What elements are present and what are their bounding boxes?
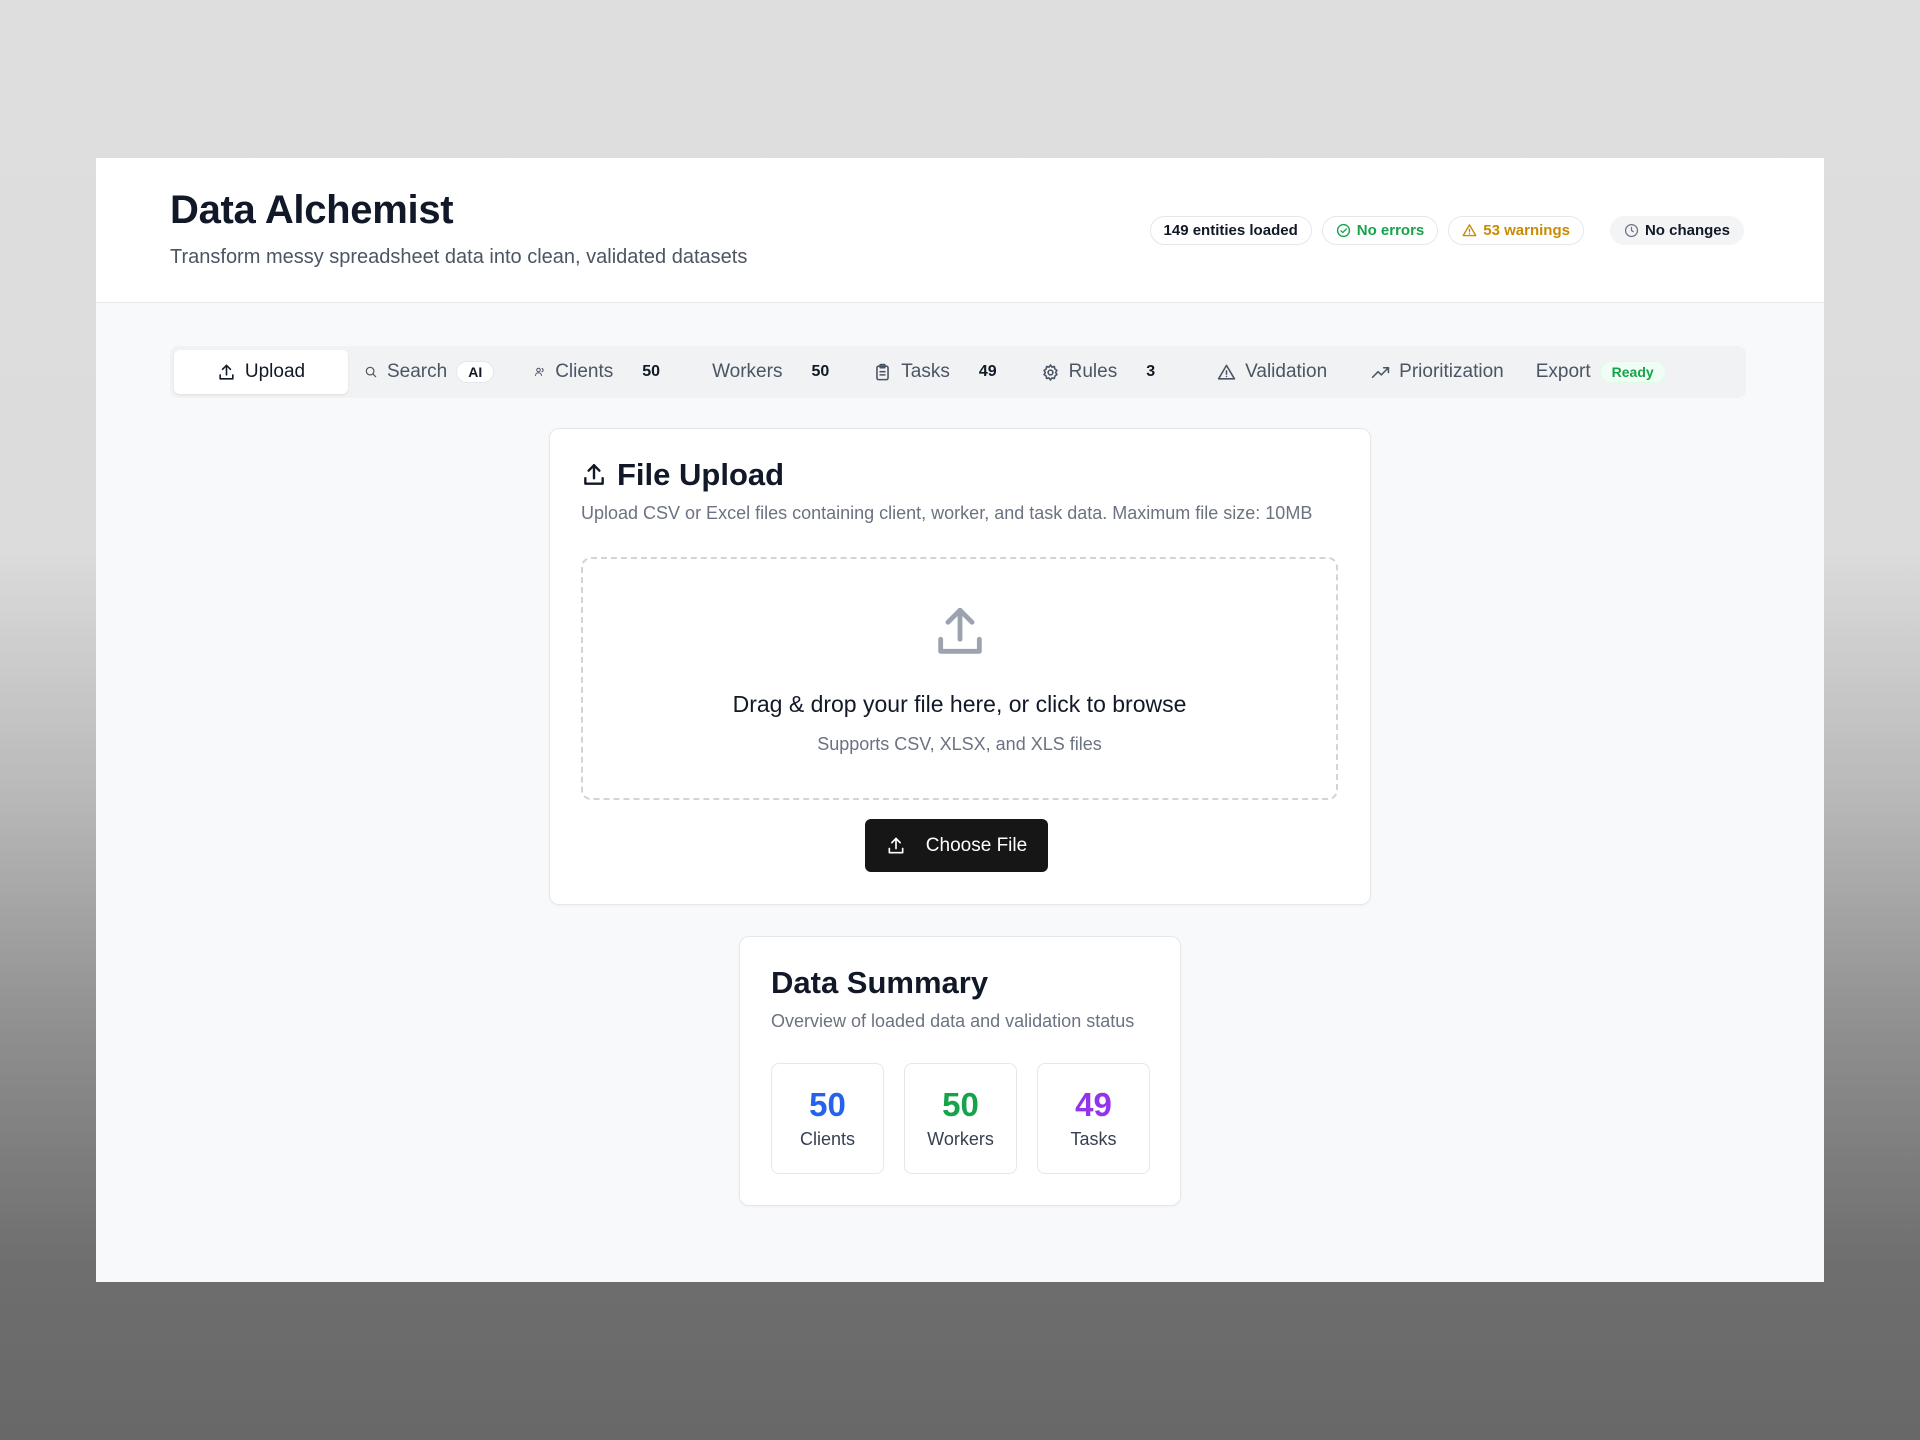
entities-badge-label: 149 entities loaded [1163, 222, 1298, 239]
stat-label: Clients [799, 1129, 856, 1150]
stat-label: Workers [927, 1129, 994, 1150]
data-summary-card: Data Summary Overview of loaded data and… [739, 936, 1181, 1206]
tab-label: Validation [1245, 361, 1328, 382]
choose-file-button[interactable]: Choose File [865, 819, 1048, 872]
tab-count: 3 [1146, 363, 1156, 380]
app-window: Data Alchemist Transform messy spreadshe… [96, 158, 1824, 1282]
app-header: Data Alchemist Transform messy spreadshe… [96, 158, 1824, 303]
tab-label: Upload [244, 361, 306, 382]
choose-file-label: Choose File [925, 834, 1028, 856]
stat-tasks: 49 Tasks [1037, 1063, 1150, 1174]
tab-workers[interactable]: Workers 50 [696, 350, 845, 394]
stat-clients: 50 Clients [771, 1063, 884, 1174]
file-upload-description: Upload CSV or Excel files containing cli… [581, 503, 1313, 523]
search-icon [365, 366, 377, 378]
data-summary-title: Data Summary [771, 965, 989, 1000]
stat-value: 50 [809, 1085, 846, 1123]
ai-pill: AI [456, 361, 495, 383]
summary-stats: 50 Clients 50 Workers 49 Tasks [771, 1063, 1150, 1174]
tab-label: Workers [712, 361, 783, 382]
tab-tasks[interactable]: Tasks 49 [857, 350, 1012, 394]
tab-label: Search [387, 361, 448, 382]
tab-count: 50 [642, 363, 661, 380]
trending-up-icon [1371, 366, 1390, 378]
app-subtitle: Transform messy spreadsheet data into cl… [170, 246, 748, 268]
users-icon [535, 367, 544, 376]
ready-pill: Ready [1599, 361, 1666, 383]
warning-icon [1462, 224, 1477, 237]
main-tabs: Upload Search AI Clients 50 Workers 50 T… [170, 346, 1746, 398]
tab-label: Export [1535, 361, 1591, 382]
tab-export[interactable]: Export Ready [1520, 350, 1682, 394]
tab-prioritization[interactable]: Prioritization [1355, 350, 1520, 394]
upload-icon [888, 837, 904, 853]
stat-workers: 50 Workers [904, 1063, 1017, 1174]
tab-upload[interactable]: Upload [174, 350, 348, 394]
warning-icon [1217, 364, 1236, 380]
app-title: Data Alchemist [170, 188, 454, 232]
dropzone-title: Drag & drop your file here, or click to … [732, 691, 1187, 717]
dropzone-subtitle: Supports CSV, XLSX, and XLS files [817, 734, 1102, 754]
entities-badge: 149 entities loaded [1149, 216, 1312, 245]
changes-badge-label: No changes [1644, 222, 1730, 239]
file-upload-card: File Upload Upload CSV or Excel files co… [549, 428, 1371, 905]
tab-search[interactable]: Search AI [348, 350, 510, 394]
gear-icon [1042, 363, 1058, 381]
upload-icon [584, 464, 604, 485]
warnings-badge: 53 warnings [1448, 216, 1584, 245]
stat-value: 50 [942, 1085, 979, 1123]
warnings-badge-label: 53 warnings [1483, 222, 1570, 239]
tab-validation[interactable]: Validation [1201, 350, 1343, 394]
upload-icon [219, 364, 234, 380]
tab-label: Tasks [901, 361, 950, 382]
file-upload-title: File Upload [581, 457, 784, 493]
check-circle-icon [1336, 223, 1350, 238]
stat-label: Tasks [1070, 1129, 1117, 1150]
tab-clients[interactable]: Clients 50 [518, 350, 676, 394]
changes-badge: No changes [1609, 216, 1744, 245]
tab-count: 49 [978, 363, 997, 380]
stat-value: 49 [1075, 1085, 1112, 1123]
tab-count: 50 [811, 363, 830, 380]
status-badges: 149 entities loaded No errors 53 warning… [1149, 216, 1744, 245]
tab-label: Prioritization [1399, 361, 1504, 382]
data-summary-description: Overview of loaded data and validation s… [771, 1011, 1135, 1031]
tab-label: Rules [1068, 361, 1118, 382]
errors-badge: No errors [1321, 216, 1439, 245]
clipboard-icon [876, 363, 890, 380]
upload-icon [938, 607, 982, 654]
file-upload-title-text: File Upload [617, 457, 785, 492]
clock-icon [1624, 223, 1639, 238]
file-dropzone[interactable]: Drag & drop your file here, or click to … [581, 557, 1338, 800]
errors-badge-label: No errors [1356, 222, 1425, 239]
tab-label: Clients [555, 361, 614, 382]
tab-rules[interactable]: Rules 3 [1025, 350, 1171, 394]
